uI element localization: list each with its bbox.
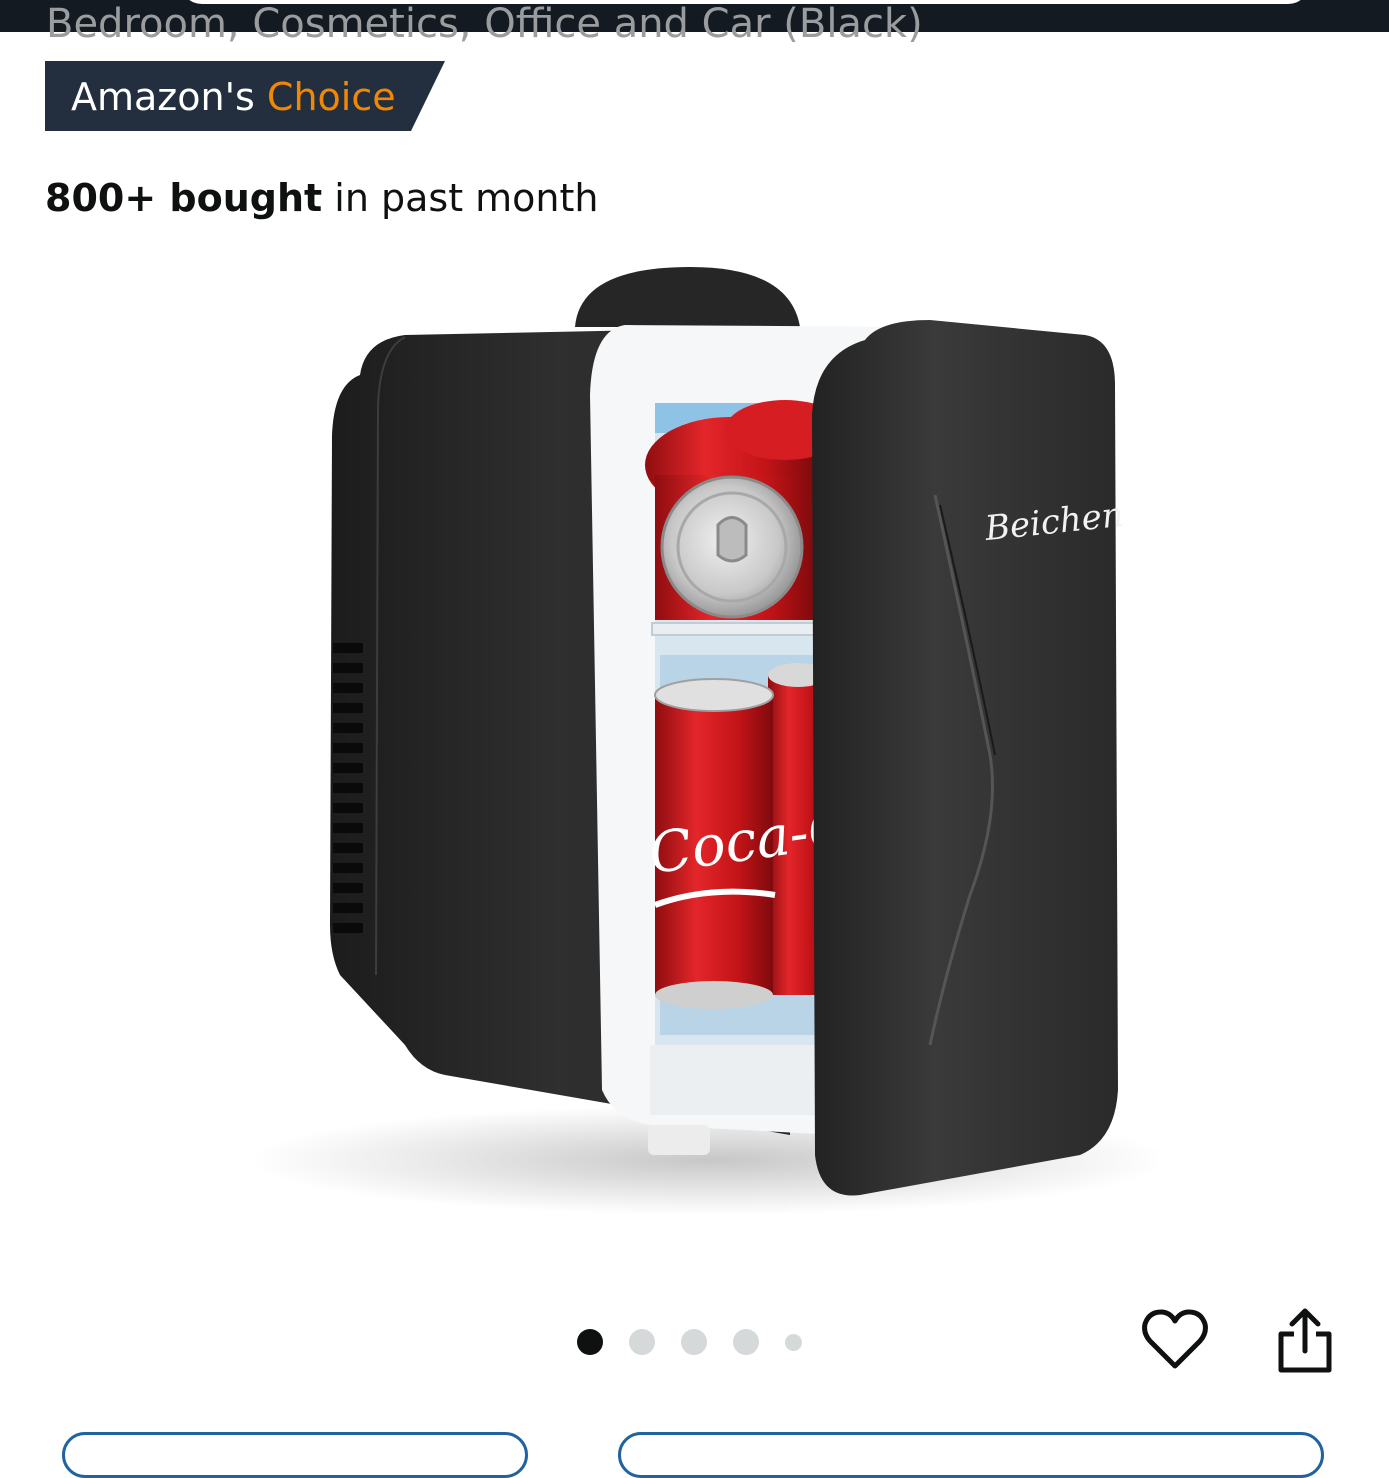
amazons-choice-badge[interactable]: Amazon's Choice: [45, 61, 445, 131]
bottom-button-right[interactable]: [618, 1432, 1324, 1478]
carousel-dot-4[interactable]: [733, 1329, 759, 1355]
badge-choice-text: Choice: [266, 75, 396, 119]
carousel-dot-5[interactable]: [785, 1333, 802, 1351]
carousel-dot-2[interactable]: [629, 1329, 655, 1355]
product-title: Bedroom, Cosmetics, Office and Car (Blac…: [46, 0, 1346, 42]
bought-in-past-month: 800+ bought in past month: [45, 174, 599, 222]
badge-label: Amazon's Choice: [71, 61, 396, 131]
bottom-button-left[interactable]: [62, 1432, 528, 1478]
badge-amazon-text: Amazon's: [71, 75, 255, 119]
bought-count: 800+ bought: [45, 176, 323, 220]
heart-icon[interactable]: [1140, 1306, 1210, 1376]
carousel-dot-3[interactable]: [681, 1329, 707, 1355]
bought-suffix: in past month: [334, 176, 599, 220]
image-carousel-dots[interactable]: [577, 1328, 802, 1356]
fridge-door: [812, 320, 1118, 1196]
fridge-shelf: [651, 622, 823, 636]
vent-grille: [333, 643, 363, 933]
carousel-dot-1[interactable]: [577, 1329, 603, 1355]
product-title-text: Bedroom, Cosmetics, Office and Car (Blac…: [46, 1, 923, 42]
share-icon[interactable]: [1270, 1306, 1340, 1376]
fridge-handle: [575, 267, 800, 327]
product-image-mini-fridge[interactable]: Coca-Cola Beichen: [230, 255, 1160, 1215]
fridge-foot: [648, 1125, 710, 1155]
